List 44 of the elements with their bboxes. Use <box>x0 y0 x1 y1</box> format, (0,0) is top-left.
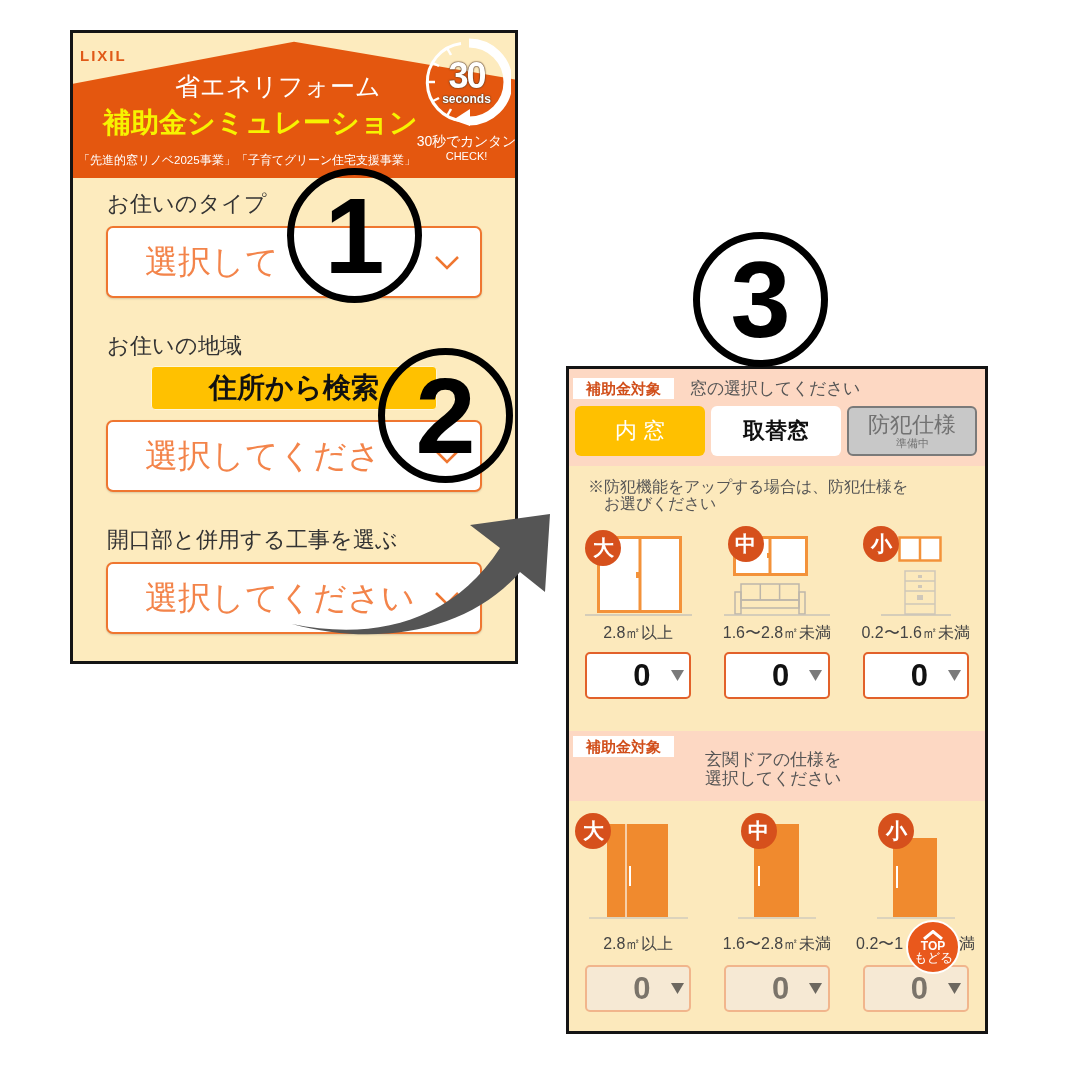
section-title: 玄関ドアの仕様を選択してください <box>705 750 842 788</box>
size-label: 0.2〜1.6㎡未満 <box>861 624 970 642</box>
size-badge: 小 <box>863 526 900 562</box>
badge-caption: 30秒でカンタン <box>416 133 517 149</box>
badge-caption: CHECK! <box>445 149 488 163</box>
dropdown-triangle-icon <box>670 983 684 994</box>
dropdown-triangle-icon <box>809 983 823 994</box>
size-label: 2.8㎡以上 <box>603 624 674 642</box>
field-label: お住いのタイプ <box>106 192 267 216</box>
note-text: ※防犯機能をアップする場合は、防犯仕様をお選びください <box>588 478 909 512</box>
size-badge: 中 <box>740 813 777 849</box>
quantity-dropdown[interactable]: 0 <box>724 652 830 699</box>
timer-unit: seconds <box>442 92 491 106</box>
size-badge: 小 <box>878 813 915 849</box>
dropdown-triangle-icon <box>947 983 961 994</box>
brand-logo: LIXIL <box>80 48 127 64</box>
quantity-dropdown[interactable]: 0 <box>862 652 969 699</box>
size-label: 1.6〜2.8㎡未満 <box>722 935 832 953</box>
subsidy-tag: 補助金対象 <box>573 736 674 757</box>
size-label: 2.8㎡以上 <box>603 935 674 953</box>
size-label: 満 <box>959 935 976 953</box>
chevron-down-icon <box>434 590 460 606</box>
field-label: 開口部と併用する工事を選ぶ <box>106 528 398 552</box>
step-number-marker: 3 <box>693 232 828 367</box>
window-type-tab[interactable]: 取替窓 <box>711 406 841 456</box>
dropdown-triangle-icon <box>670 670 684 681</box>
size-label: 0.2〜1 <box>856 935 904 953</box>
back-to-top-button[interactable]: TOP もどる <box>906 920 960 974</box>
size-badge: 大 <box>585 530 621 566</box>
section-title: 窓の選択してください <box>690 379 860 398</box>
dropdown[interactable]: 選択してください <box>106 562 482 634</box>
dropdown-triangle-icon <box>809 670 823 681</box>
subsidy-tag: 補助金対象 <box>573 378 674 399</box>
size-badge: 中 <box>727 526 764 562</box>
chevron-up-icon <box>922 929 944 940</box>
quantity-dropdown[interactable]: 0 <box>585 652 692 699</box>
dropdown-triangle-icon <box>947 670 961 681</box>
chevron-down-icon <box>434 254 460 270</box>
size-badge: 大 <box>575 813 611 849</box>
header-heading: 補助金シミュレーション <box>103 106 418 138</box>
program-names: 「先進的窓リノベ2025事業」「子育てグリーン住宅支援事業」 <box>78 153 416 167</box>
field-label: お住いの地域 <box>106 334 242 358</box>
size-label: 1.6〜2.8㎡未満 <box>722 624 832 642</box>
header-title: 省エネリフォーム <box>175 72 381 100</box>
